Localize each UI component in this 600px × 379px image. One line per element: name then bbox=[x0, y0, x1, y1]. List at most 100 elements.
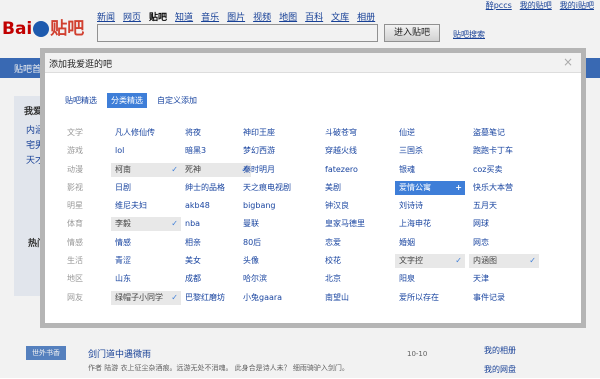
tieba-option-label: 南望山 bbox=[325, 292, 349, 302]
tieba-option[interactable]: 皇家马德里 bbox=[321, 217, 391, 231]
tieba-option[interactable]: 柯南 ✓ bbox=[111, 162, 181, 177]
tieba-option[interactable]: 网恋 bbox=[469, 236, 539, 250]
tieba-option-label: 爱所以存在 bbox=[399, 292, 439, 302]
tieba-option[interactable]: 小兔gaara bbox=[239, 291, 309, 305]
tieba-option-label: 哈尔滨 bbox=[243, 274, 267, 284]
tieba-option[interactable]: 仙逆 bbox=[395, 126, 465, 140]
tieba-option[interactable]: 爱情公寓 + bbox=[395, 180, 465, 195]
tieba-option-label: 婚姻 bbox=[399, 237, 415, 247]
dialog-tab[interactable]: 分类精选 bbox=[107, 93, 147, 108]
tieba-option-label: bigbang bbox=[243, 201, 276, 211]
tieba-option-label: 五月天 bbox=[473, 201, 497, 211]
tieba-option-label: 穿越火线 bbox=[325, 146, 357, 156]
close-icon[interactable]: × bbox=[563, 55, 573, 69]
add-favorite-tieba-dialog: 添加我爱逛的吧 × 贴吧精选 分类精选 自定义添加 文学 凡人修仙传 将夜 神印王座 斗破苍… bbox=[40, 48, 586, 328]
tieba-option[interactable]: 天津 bbox=[469, 272, 539, 286]
tieba-option[interactable]: 刘诗诗 bbox=[395, 199, 465, 213]
category-row: 地区 山东 成都 哈尔滨 北京 阳泉 天津 bbox=[59, 271, 559, 289]
tieba-option-label: 上海申花 bbox=[399, 219, 431, 229]
category-row: 情感 情感 相亲 80后 恋爱 婚姻 网恋 bbox=[59, 235, 559, 253]
tieba-option[interactable]: coz买卖 bbox=[469, 163, 539, 177]
tieba-option-label: 死神 bbox=[185, 164, 201, 174]
tieba-option[interactable]: 斗破苍穹 bbox=[321, 126, 391, 140]
tieba-option[interactable]: 文字控 ✓ bbox=[395, 254, 465, 269]
tieba-option-label: 美剧 bbox=[325, 182, 341, 192]
dialog-tabs: 贴吧精选 分类精选 自定义添加 bbox=[61, 93, 201, 108]
tieba-option[interactable]: 神印王座 bbox=[239, 126, 309, 140]
tieba-option[interactable]: 李毅 ✓ bbox=[111, 217, 181, 232]
tieba-option[interactable]: 网球 bbox=[469, 217, 539, 231]
tieba-option[interactable]: 恋爱 bbox=[321, 236, 391, 250]
dialog-tab[interactable]: 贴吧精选 bbox=[61, 93, 101, 108]
tieba-option[interactable]: lol bbox=[111, 144, 181, 158]
tieba-option-label: 成都 bbox=[185, 274, 201, 284]
check-icon: ✓ bbox=[171, 292, 178, 302]
tieba-option[interactable]: 秦时明月 bbox=[239, 163, 309, 177]
tieba-option[interactable]: 银魂 bbox=[395, 163, 465, 177]
tieba-option-label: 美女 bbox=[185, 256, 201, 266]
tieba-option[interactable]: 跑跑卡丁车 bbox=[469, 144, 539, 158]
tieba-option[interactable]: 阳泉 bbox=[395, 272, 465, 286]
dialog-tab[interactable]: 自定义添加 bbox=[153, 93, 201, 108]
tieba-option[interactable]: fatezero bbox=[321, 163, 391, 177]
tieba-option[interactable]: 维尼夫妇 bbox=[111, 199, 181, 213]
tieba-option-label: 绿帽子小同学 bbox=[115, 292, 163, 302]
tieba-option-label: akb48 bbox=[185, 201, 210, 211]
tieba-option[interactable]: 爱所以存在 bbox=[395, 291, 465, 305]
tieba-option[interactable]: 婚姻 bbox=[395, 236, 465, 250]
tieba-option-label: 内涵图 bbox=[473, 256, 497, 266]
tieba-option[interactable]: 内涵图 ✓ bbox=[469, 254, 539, 269]
tieba-option[interactable]: 曼联 bbox=[239, 217, 309, 231]
tieba-option-label: 头像 bbox=[243, 256, 259, 266]
category-label: 地区 bbox=[67, 274, 83, 284]
tieba-option[interactable]: 三国杀 bbox=[395, 144, 465, 158]
category-label: 体育 bbox=[67, 219, 83, 229]
tieba-option-label: 凡人修仙传 bbox=[115, 128, 155, 137]
tieba-option[interactable]: 穿越火线 bbox=[321, 144, 391, 158]
tieba-option-label: 小兔gaara bbox=[243, 292, 283, 302]
tieba-option[interactable]: 事件记录 bbox=[469, 291, 539, 305]
tieba-option[interactable]: bigbang bbox=[239, 199, 309, 213]
category-grid: 文学 凡人修仙传 将夜 神印王座 斗破苍穹 仙逆 盗墓笔记 游戏 lol 暗黑3 梦幻西游 穿越火线 三… bbox=[59, 125, 559, 308]
tieba-option-label: 三国杀 bbox=[399, 146, 423, 156]
tieba-option[interactable]: 天之痕电视剧 bbox=[239, 181, 309, 195]
tieba-option-label: 快乐大本营 bbox=[473, 182, 513, 192]
tieba-option[interactable]: 北京 bbox=[321, 272, 391, 286]
tieba-option-label: 山东 bbox=[115, 274, 131, 284]
tieba-option[interactable]: 校花 bbox=[321, 254, 391, 268]
tieba-option[interactable]: 盗墓笔记 bbox=[469, 126, 539, 140]
tieba-option-label: 将夜 bbox=[185, 128, 201, 137]
category-row: 文学 凡人修仙传 将夜 神印王座 斗破苍穹 仙逆 盗墓笔记 bbox=[59, 125, 559, 143]
tieba-option-label: 日剧 bbox=[115, 182, 131, 192]
dialog-header: 添加我爱逛的吧 × bbox=[45, 53, 581, 73]
category-label: 生活 bbox=[67, 256, 83, 266]
tieba-option-label: 网恋 bbox=[473, 237, 489, 247]
tieba-option[interactable]: 情感 bbox=[111, 236, 181, 250]
tieba-option[interactable]: 日剧 bbox=[111, 181, 181, 195]
tieba-option[interactable]: 南望山 bbox=[321, 291, 391, 305]
tieba-option[interactable]: 梦幻西游 bbox=[239, 144, 309, 158]
category-label: 明星 bbox=[67, 201, 83, 211]
tieba-option[interactable]: 快乐大本营 bbox=[469, 181, 539, 195]
category-label: 动漫 bbox=[67, 164, 83, 174]
category-label: 游戏 bbox=[67, 146, 83, 156]
check-icon: ✓ bbox=[171, 164, 178, 174]
tieba-option[interactable]: 凡人修仙传 bbox=[111, 126, 181, 140]
tieba-option-label: 北京 bbox=[325, 274, 341, 284]
tieba-option-label: 文字控 bbox=[399, 256, 423, 266]
category-row: 明星 维尼夫妇 akb48 bigbang 钟汉良 刘诗诗 五月天 bbox=[59, 198, 559, 216]
tieba-option-label: 青涩 bbox=[115, 256, 131, 266]
tieba-option[interactable]: 山东 bbox=[111, 272, 181, 286]
check-icon: ✓ bbox=[455, 256, 462, 266]
tieba-option[interactable]: 80后 bbox=[239, 236, 309, 250]
tieba-option[interactable]: 五月天 bbox=[469, 199, 539, 213]
tieba-option[interactable]: 美剧 bbox=[321, 181, 391, 195]
tieba-option[interactable]: 青涩 bbox=[111, 254, 181, 268]
tieba-option-label: 维尼夫妇 bbox=[115, 201, 147, 211]
tieba-option[interactable]: 钟汉良 bbox=[321, 199, 391, 213]
tieba-option[interactable]: 哈尔滨 bbox=[239, 272, 309, 286]
tieba-option[interactable]: 头像 bbox=[239, 254, 309, 268]
tieba-option-label: 事件记录 bbox=[473, 292, 505, 302]
tieba-option[interactable]: 上海申花 bbox=[395, 217, 465, 231]
tieba-option[interactable]: 绿帽子小同学 ✓ bbox=[111, 290, 181, 305]
